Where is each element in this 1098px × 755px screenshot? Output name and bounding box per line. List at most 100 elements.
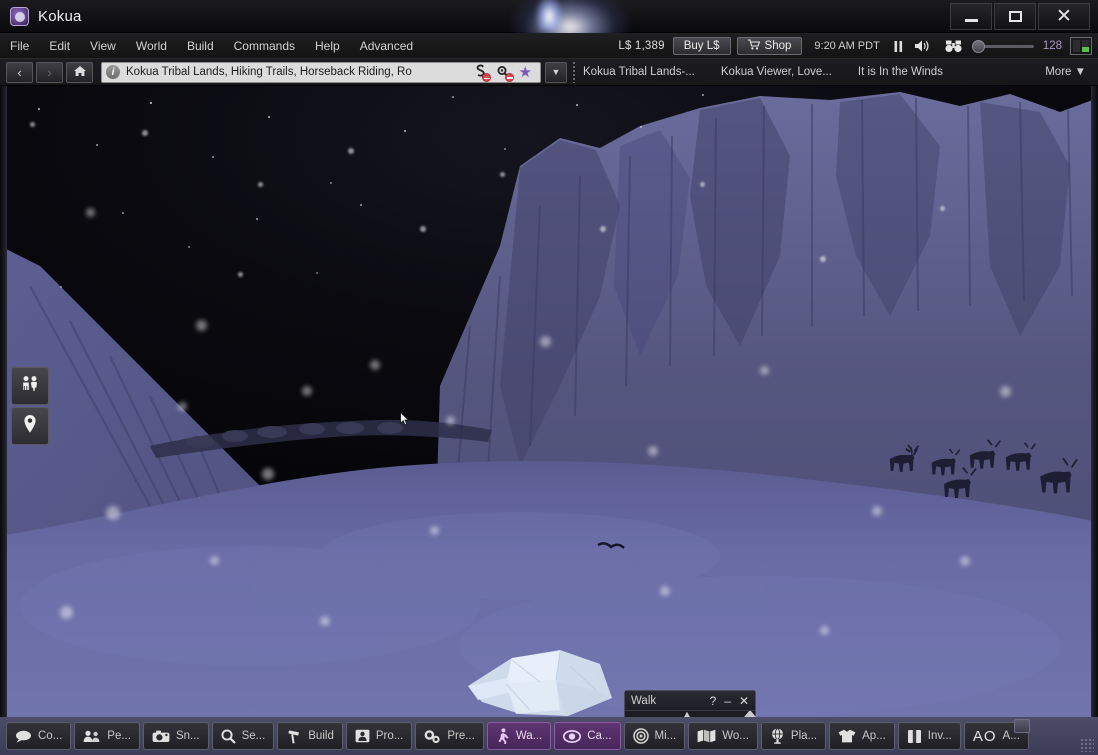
pause-icon[interactable] — [893, 40, 904, 53]
minimize-button-walk[interactable]: – — [724, 694, 731, 708]
home-button[interactable] — [66, 61, 93, 83]
preferences-button[interactable]: Pre... — [415, 722, 484, 750]
ao-button[interactable]: AO A... — [963, 719, 1030, 750]
menu-build[interactable]: Build — [178, 36, 223, 56]
box-icon — [907, 729, 922, 744]
close-button[interactable]: ✕ — [1038, 3, 1090, 30]
home-icon — [73, 65, 87, 80]
back-button[interactable]: ‹ — [6, 61, 33, 83]
snapshot-button[interactable]: Sn... — [142, 722, 209, 750]
help-button[interactable]: ? — [710, 694, 717, 708]
search-icon — [221, 728, 236, 744]
world-map-label: Wo... — [722, 730, 749, 742]
info-icon[interactable]: i — [106, 65, 120, 79]
inventory-button[interactable]: Inv... — [897, 722, 961, 750]
buy-currency-button[interactable]: Buy L$ — [672, 37, 731, 55]
volume-knob[interactable] — [971, 40, 985, 53]
walk-window-titlebar[interactable]: Walk ? – ✕ — [625, 691, 755, 711]
navigation-bar: ‹ › i Kokua Tribal Lands, Hiking Trails,… — [0, 59, 1098, 86]
shirt-icon — [838, 729, 856, 743]
walk-icon — [496, 728, 510, 744]
menu-world[interactable]: World — [127, 36, 176, 56]
close-icon: ✕ — [1056, 6, 1072, 27]
people-button[interactable] — [11, 367, 49, 405]
hammer-icon — [286, 729, 302, 744]
people-button-toolbar[interactable]: Pe... — [74, 722, 140, 750]
people-icon — [20, 375, 40, 398]
menu-help[interactable]: Help — [306, 36, 349, 56]
close-button-walk[interactable]: ✕ — [739, 694, 749, 708]
world-map-button[interactable]: Wo... — [688, 722, 758, 750]
place-marker-button[interactable] — [11, 407, 49, 445]
currency-balance: L$ 1,389 — [618, 40, 665, 52]
appearance-button[interactable]: Ap... — [829, 722, 895, 750]
eye-icon — [563, 729, 582, 743]
ao-text-icon: AO — [972, 727, 997, 745]
world-view[interactable]: + – ✕ — [0, 86, 1098, 717]
search-button[interactable]: Se... — [211, 722, 275, 750]
menu-commands[interactable]: Commands — [225, 36, 304, 56]
mouse-cursor — [400, 412, 410, 426]
snapshot-label: Sn... — [175, 730, 200, 742]
world-left-edge — [0, 86, 7, 717]
title-bar: Kokua ✕ — [0, 0, 1098, 40]
places-button[interactable]: Pla... — [760, 722, 827, 750]
titlebar-light-artifact-core — [536, 0, 562, 30]
forward-icon: › — [47, 64, 52, 80]
minimize-icon — [964, 18, 978, 22]
chat-button[interactable]: Co... — [6, 722, 72, 750]
disabled-badge-scripts — [481, 73, 491, 82]
favorite-item-2[interactable]: It is In the Winds — [858, 66, 943, 78]
menu-edit[interactable]: Edit — [40, 36, 79, 56]
volume-slider[interactable] — [971, 39, 1034, 53]
forward-button[interactable]: › — [36, 61, 63, 83]
radar-icon — [632, 728, 649, 744]
walk-run-fly-button[interactable]: Wa... — [486, 722, 552, 750]
menu-bar: File Edit View World Build Commands Help… — [0, 33, 1098, 59]
binoculars-icon[interactable] — [945, 39, 962, 54]
walk-window[interactable]: Walk ? – ✕ — [624, 690, 756, 717]
bottom-toolbar: Co... Pe... Sn... Se... Build Pro... Pre… — [0, 717, 1098, 755]
chat-label: Co... — [38, 730, 63, 742]
minimize-button[interactable] — [950, 3, 992, 30]
favorite-item-0[interactable]: Kokua Tribal Lands-... — [583, 66, 695, 78]
disabled-badge-voice — [504, 72, 514, 82]
build-label: Build — [308, 730, 334, 742]
places-label: Pla... — [790, 730, 818, 742]
shop-button[interactable]: Shop — [736, 37, 803, 55]
ao-overflow-handle[interactable] — [1013, 719, 1030, 733]
camera-button[interactable]: Ca... — [554, 722, 621, 750]
scripts-disabled-icon[interactable] — [473, 64, 491, 82]
favorites-more-button[interactable]: More ▼ — [1045, 66, 1086, 78]
battery-cell-1 — [1073, 40, 1080, 52]
terrain-render — [0, 92, 1098, 717]
minimap-button[interactable]: Mi... — [623, 722, 686, 750]
menu-view[interactable]: View — [81, 36, 125, 56]
inventory-label: Inv... — [927, 730, 952, 742]
clock-label: 9:20 AM PDT — [814, 40, 880, 52]
search-label: Se... — [241, 730, 266, 742]
kokua-logo-icon — [10, 7, 29, 26]
window-controls: ✕ — [950, 3, 1090, 30]
speaker-icon[interactable] — [914, 39, 930, 53]
left-vertical-toolbar — [11, 367, 49, 447]
menu-advanced[interactable]: Advanced — [351, 36, 422, 56]
profile-button[interactable]: Pro... — [345, 722, 413, 750]
favorite-item-1[interactable]: Kokua Viewer, Love... — [721, 66, 832, 78]
build-button[interactable]: Build — [277, 722, 343, 750]
star-icon[interactable]: ★ — [519, 63, 532, 81]
window-title: Kokua — [38, 8, 82, 25]
battery-icon — [1070, 37, 1092, 55]
location-bar[interactable]: i Kokua Tribal Lands, Hiking Trails, Hor… — [101, 61, 541, 83]
application-window: Kokua ✕ File Edit View World Build Comma… — [0, 0, 1098, 755]
shopping-cart-icon — [747, 39, 760, 53]
maximize-button[interactable] — [994, 3, 1036, 30]
voice-disabled-icon[interactable] — [496, 65, 514, 82]
menu-file[interactable]: File — [1, 36, 38, 56]
location-input[interactable]: Kokua Tribal Lands, Hiking Trails, Horse… — [126, 66, 469, 78]
map-icon — [697, 729, 716, 743]
maximize-icon — [1008, 11, 1022, 22]
bandwidth-value: 128 — [1042, 40, 1062, 52]
location-history-dropdown[interactable]: ▼ — [545, 61, 567, 83]
resize-grip-icon[interactable] — [1080, 738, 1094, 752]
